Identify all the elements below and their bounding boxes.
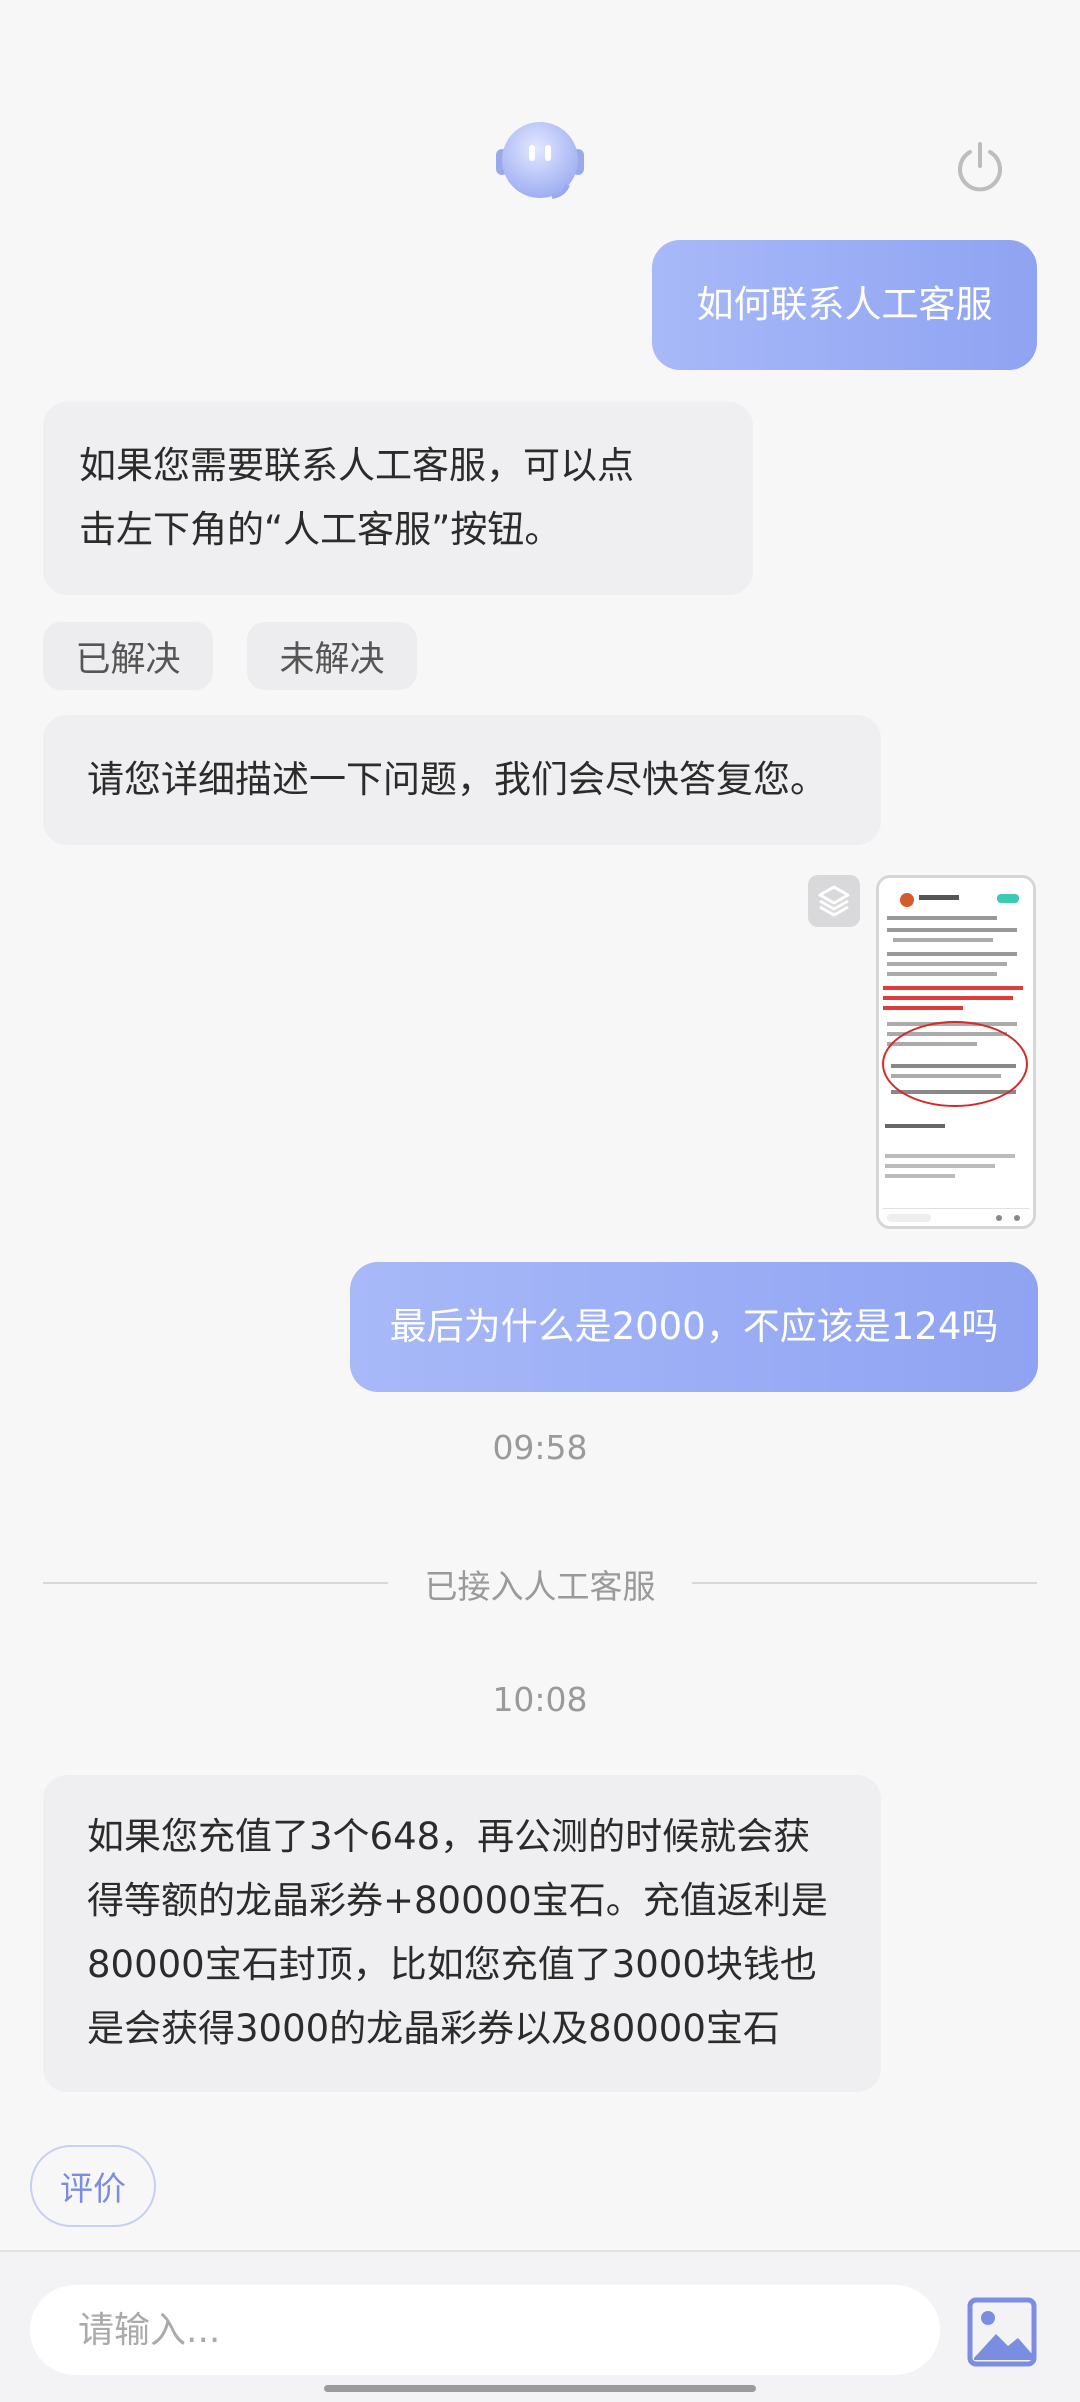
message-text-line: 击左下角的“人工客服”按钮。 [79,508,562,551]
user-message: 最后为什么是2000，不应该是124吗 [350,1262,1038,1392]
image-upload-icon[interactable] [966,2296,1038,2368]
message-text-line: 如果您需要联系人工客服，可以点 [79,444,634,487]
divider-line [692,1582,1037,1584]
unsolved-label: 未解决 [279,639,385,680]
rate-label: 评价 [60,2169,126,2208]
home-indicator [324,2385,756,2392]
message-text-line: 80000宝石封顶，比如您充值了3000块钱也 [87,1943,817,1986]
layers-icon[interactable] [808,875,860,927]
agent-connected-notice: 已接入人工客服 [424,1567,656,1606]
solved-label: 已解决 [75,639,181,680]
message-text-line: 是会获得3000的龙晶彩券以及80000宝石 [87,2007,780,2050]
message-text-line: 得等额的龙晶彩券+80000宝石。充值返利是 [87,1879,828,1922]
solved-button[interactable]: 已解决 [43,622,213,690]
timestamp: 09:58 [492,1428,588,1467]
timestamp: 10:08 [492,1680,588,1719]
robot-avatar-icon [496,122,584,199]
divider-line [43,1582,388,1584]
agent-message: 如果您充值了3个648，再公测的时候就会获 得等额的龙晶彩券+80000宝石。充… [43,1775,881,2092]
message-text: 请您详细描述一下问题，我们会尽快答复您。 [87,758,827,801]
bot-message: 如果您需要联系人工客服，可以点 击左下角的“人工客服”按钮。 [43,402,753,595]
message-text-line: 如果您充值了3个648，再公测的时候就会获 [87,1815,811,1858]
user-message: 如何联系人工客服 [652,240,1037,370]
unsolved-button[interactable]: 未解决 [247,622,417,690]
rate-button[interactable]: 评价 [30,2145,156,2227]
message-text: 最后为什么是2000，不应该是124吗 [389,1305,999,1348]
message-input[interactable] [30,2285,940,2375]
screenshot-thumbnail[interactable] [876,875,1036,1229]
chat-header [0,0,1080,235]
bot-message: 请您详细描述一下问题，我们会尽快答复您。 [43,715,881,845]
power-icon[interactable] [952,140,1008,196]
message-text: 如何联系人工客服 [696,283,993,326]
